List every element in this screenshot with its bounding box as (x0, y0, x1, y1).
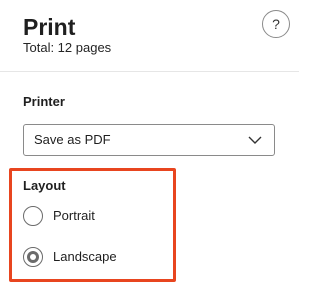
printer-select[interactable]: Save as PDF (23, 124, 275, 156)
radio-portrait-circle[interactable] (23, 206, 43, 226)
layout-label: Layout (23, 178, 66, 193)
printer-select-value: Save as PDF (34, 132, 111, 147)
question-mark-icon: ? (272, 16, 280, 32)
printer-label: Printer (23, 94, 65, 109)
header-divider (0, 71, 299, 72)
radio-portrait[interactable]: Portrait (23, 206, 163, 228)
radio-landscape-circle[interactable] (23, 247, 43, 267)
page-title: Print (23, 14, 76, 40)
print-panel: Print Total: 12 pages ? Printer Save as … (0, 0, 299, 289)
help-button[interactable]: ? (262, 10, 290, 38)
chevron-down-icon (248, 136, 262, 144)
radio-landscape-label: Landscape (53, 249, 117, 264)
radio-landscape[interactable]: Landscape (23, 247, 163, 269)
radio-selected-dot (27, 251, 39, 263)
page-count: Total: 12 pages (23, 40, 112, 55)
panel-header: Print Total: 12 pages ? (0, 0, 299, 70)
radio-portrait-label: Portrait (53, 208, 95, 223)
radio-selected-dot-center (30, 254, 36, 260)
